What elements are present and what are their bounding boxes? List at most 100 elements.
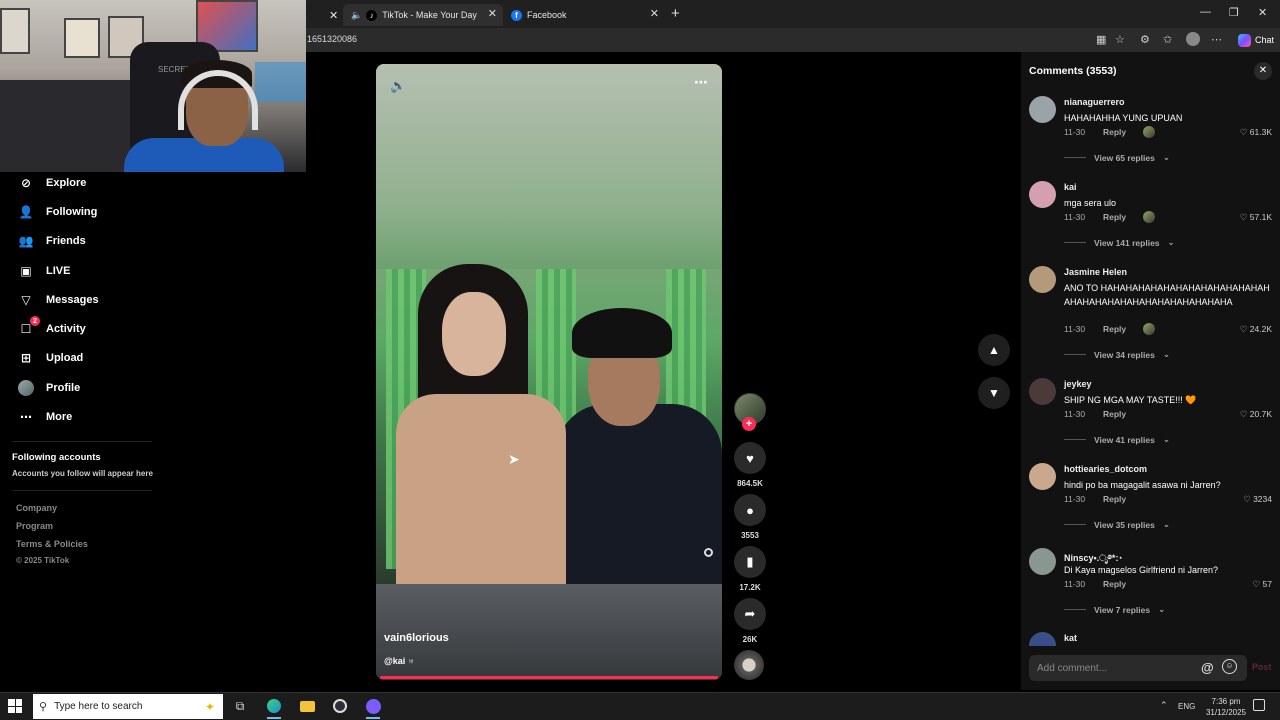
clock[interactable]: 7:36 pm 31/12/2025 [1196,696,1256,718]
view-replies-button[interactable]: View 41 replies ⌄ [1064,434,1170,445]
favorite-star-icon[interactable]: ☆ [1115,33,1125,46]
chevron-down-icon: ⌄ [1162,519,1170,529]
follow-plus-icon[interactable]: + [742,417,756,431]
sidebar-item-activity[interactable]: ☐ 2 Activity [18,316,86,340]
avatar[interactable] [1029,463,1056,490]
discord-icon[interactable] [362,696,384,719]
profile-avatar-icon[interactable] [1186,32,1200,46]
notification-icon[interactable] [1253,699,1265,711]
reader-view-icon[interactable]: ▦ [1096,33,1106,46]
sidebar-item-profile[interactable]: Profile [18,377,80,399]
reply-button[interactable]: Reply [1103,409,1126,419]
comment-button[interactable]: ● [734,494,766,526]
sidebar-item-upload[interactable]: ⊞ Upload [18,347,83,369]
post-button[interactable]: Post [1252,662,1272,672]
avatar[interactable] [1029,378,1056,405]
comment-user[interactable]: Jasmine Helen [1064,267,1127,277]
reply-button[interactable]: Reply [1103,127,1126,137]
comment-like-button[interactable]: ♡ 3234 [1243,494,1272,505]
comment-like-button[interactable]: ♡ 20.7K [1240,409,1272,420]
sidebar-item-more[interactable]: ⋯ More [18,406,72,428]
file-explorer-icon[interactable] [296,696,318,716]
video-caption-mention[interactable]: @kai ♅ [384,656,415,666]
sidebar-item-explore[interactable]: ⊘ Explore [18,172,86,194]
video-author[interactable]: vain6lorious [384,632,449,644]
view-replies-button[interactable]: View 35 replies ⌄ [1064,519,1170,530]
copilot-label: Chat [1255,35,1275,45]
comment-user[interactable]: nianaguerrero [1064,97,1125,107]
obs-icon[interactable] [329,696,351,716]
share-button[interactable]: ➦ [734,598,766,630]
more-options-icon[interactable]: ⋯ [694,74,708,91]
favorites-icon[interactable]: ✩ [1163,33,1172,46]
comment-like-button[interactable]: ♡ 57 [1253,579,1272,590]
comment-user[interactable]: hottiearies_dotcom [1064,464,1147,474]
comment-like-button[interactable]: ♡ 24.2K [1240,324,1272,335]
reply-button[interactable]: Reply [1103,212,1126,222]
close-window-icon[interactable]: ✕ [1258,6,1267,19]
compass-icon: ⊘ [20,176,32,190]
emoji-icon[interactable]: ☺ [1222,659,1237,674]
volume-icon[interactable]: 🔊 [390,78,406,94]
avatar[interactable] [1029,266,1056,293]
tab-tiktok[interactable]: 🔈 ♪ TikTok - Make Your Day ✕ [343,4,503,26]
save-button[interactable]: ▮ [734,546,766,578]
sidebar-item-label: Profile [46,382,81,394]
language-indicator[interactable]: ENG [1178,702,1195,711]
taskbar-search[interactable]: ⚲ Type here to search ✦ [33,694,223,719]
comment-input[interactable] [1037,660,1197,676]
sidebar-item-friends[interactable]: 👥 Friends [18,230,86,252]
new-tab-icon[interactable]: + [671,5,680,22]
comment-user[interactable]: kat [1064,633,1077,643]
comment-like-button[interactable]: ♡ 61.3K [1240,127,1272,138]
sidebar-item-live[interactable]: ▣ LIVE [18,260,70,282]
previous-video-button[interactable]: ▲ [978,334,1010,366]
footer-link-terms[interactable]: Terms & Policies [16,539,88,549]
add-comment-box[interactable] [1029,655,1247,681]
view-replies-button[interactable]: View 65 replies ⌄ [1064,152,1170,163]
avatar[interactable] [1029,96,1056,123]
mouse-cursor-icon: ➤ [508,451,520,467]
avatar[interactable] [1029,548,1056,575]
view-replies-button[interactable]: View 141 replies ⌄ [1064,237,1175,248]
comment-text: Di Kaya magselos Girlfriend ni Jarren? [1064,565,1219,575]
task-view-icon[interactable]: ⧉ [229,696,251,716]
close-comments-button[interactable]: ✕ [1254,62,1272,80]
reply-button[interactable]: Reply [1103,579,1126,589]
sidebar-item-following[interactable]: 👤 Following [18,201,98,223]
like-count: 61.3K [1249,127,1272,137]
windows-start-icon[interactable] [8,699,22,713]
avatar[interactable] [1029,632,1056,646]
footer-link-program[interactable]: Program [16,521,53,531]
reply-button[interactable]: Reply [1103,494,1126,504]
footer-link-company[interactable]: Company [16,503,57,513]
minimize-icon[interactable]: — [1200,6,1211,18]
extensions-icon[interactable]: ⚙ [1140,33,1150,46]
tab-facebook[interactable]: f Facebook ✕ [505,4,665,26]
previous-tab-close-icon[interactable]: ✕ [329,4,338,26]
comment-user[interactable]: kai [1064,182,1077,192]
view-replies-button[interactable]: View 34 replies ⌄ [1064,349,1170,360]
tray-expand-icon[interactable]: ⌃ [1160,700,1168,711]
comment-like-button[interactable]: ♡ 57.1K [1240,212,1272,223]
copilot-chat-button[interactable]: Chat [1232,31,1280,49]
sidebar-item-messages[interactable]: ▽ Messages [18,289,98,311]
music-disc[interactable] [734,650,764,680]
video-progress-bar[interactable] [380,676,718,679]
comments-title: Comments (3553) [1029,65,1117,77]
video-player[interactable] [376,64,722,680]
comment-user[interactable]: jeykey [1064,379,1092,389]
view-replies-button[interactable]: View 7 replies ⌄ [1064,604,1165,615]
reply-button[interactable]: Reply [1103,324,1126,334]
url-text[interactable]: 1651320086 [307,34,357,44]
close-tab-icon[interactable]: ✕ [650,7,659,20]
speaker-icon[interactable]: 🔈 [351,10,362,21]
close-tab-icon[interactable]: ✕ [488,7,497,20]
edge-icon[interactable] [263,696,285,719]
like-button[interactable]: ♥ [734,442,766,474]
next-video-button[interactable]: ▼ [978,377,1010,409]
mention-icon[interactable]: @ [1201,660,1214,675]
restore-icon[interactable]: ❐ [1229,6,1239,19]
avatar[interactable] [1029,181,1056,208]
more-options-icon[interactable]: ⋯ [1211,33,1222,46]
